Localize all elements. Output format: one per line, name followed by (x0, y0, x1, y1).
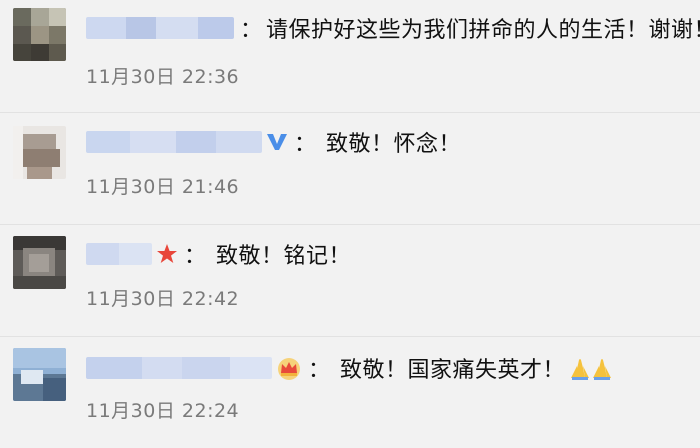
avatar[interactable] (13, 348, 66, 401)
comment-item: ： 致敬！国家痛失英才！ 11月30日 22:24 (0, 336, 700, 448)
crown-icon (276, 356, 302, 380)
comment-time: 11月30日 22:24 (86, 400, 240, 422)
username-blurred[interactable] (86, 243, 152, 265)
red-star-icon (156, 243, 178, 265)
divider (0, 112, 700, 113)
separator: ： (184, 244, 207, 269)
username-blurred[interactable] (86, 357, 272, 379)
comment-line: ： 致敬！怀念！ (86, 128, 462, 157)
comment-line: ： 致敬！铭记！ (86, 240, 352, 269)
comment-time: 11月30日 21:46 (86, 176, 240, 198)
separator: ： (294, 132, 317, 157)
avatar[interactable] (13, 126, 66, 179)
separator: ： (240, 18, 263, 43)
avatar[interactable] (13, 236, 66, 289)
comment-item: ： 请保护好这些为我们拼命的人的生活！谢谢！ 11月30日 22:36 (0, 0, 700, 112)
comment-list: ： 请保护好这些为我们拼命的人的生活！谢谢！ 11月30日 22:36 ： 致敬… (0, 0, 700, 432)
comment-time: 11月30日 22:42 (86, 288, 240, 310)
comment-line: ： 请保护好这些为我们拼命的人的生活！谢谢！ (86, 14, 700, 43)
divider (0, 336, 700, 337)
comment-item: ： 致敬！怀念！ 11月30日 21:46 (0, 112, 700, 224)
avatar[interactable] (13, 8, 66, 61)
username-blurred[interactable] (86, 17, 234, 39)
verified-v-icon (266, 132, 288, 152)
divider (0, 224, 700, 225)
separator: ： (308, 358, 331, 383)
comment-text: 致敬！国家痛失英才！ (340, 358, 566, 383)
comment-item: ： 致敬！铭记！ 11月30日 22:42 (0, 224, 700, 336)
folded-hands-icon (569, 356, 613, 380)
comment-text: 致敬！怀念！ (326, 132, 462, 157)
username-blurred[interactable] (86, 131, 262, 153)
comment-time: 11月30日 22:36 (86, 66, 240, 88)
comment-line: ： 致敬！国家痛失英才！ (86, 354, 613, 383)
comment-text: 请保护好这些为我们拼命的人的生活！谢谢！ (266, 18, 700, 43)
comment-text: 致敬！铭记！ (216, 244, 352, 269)
